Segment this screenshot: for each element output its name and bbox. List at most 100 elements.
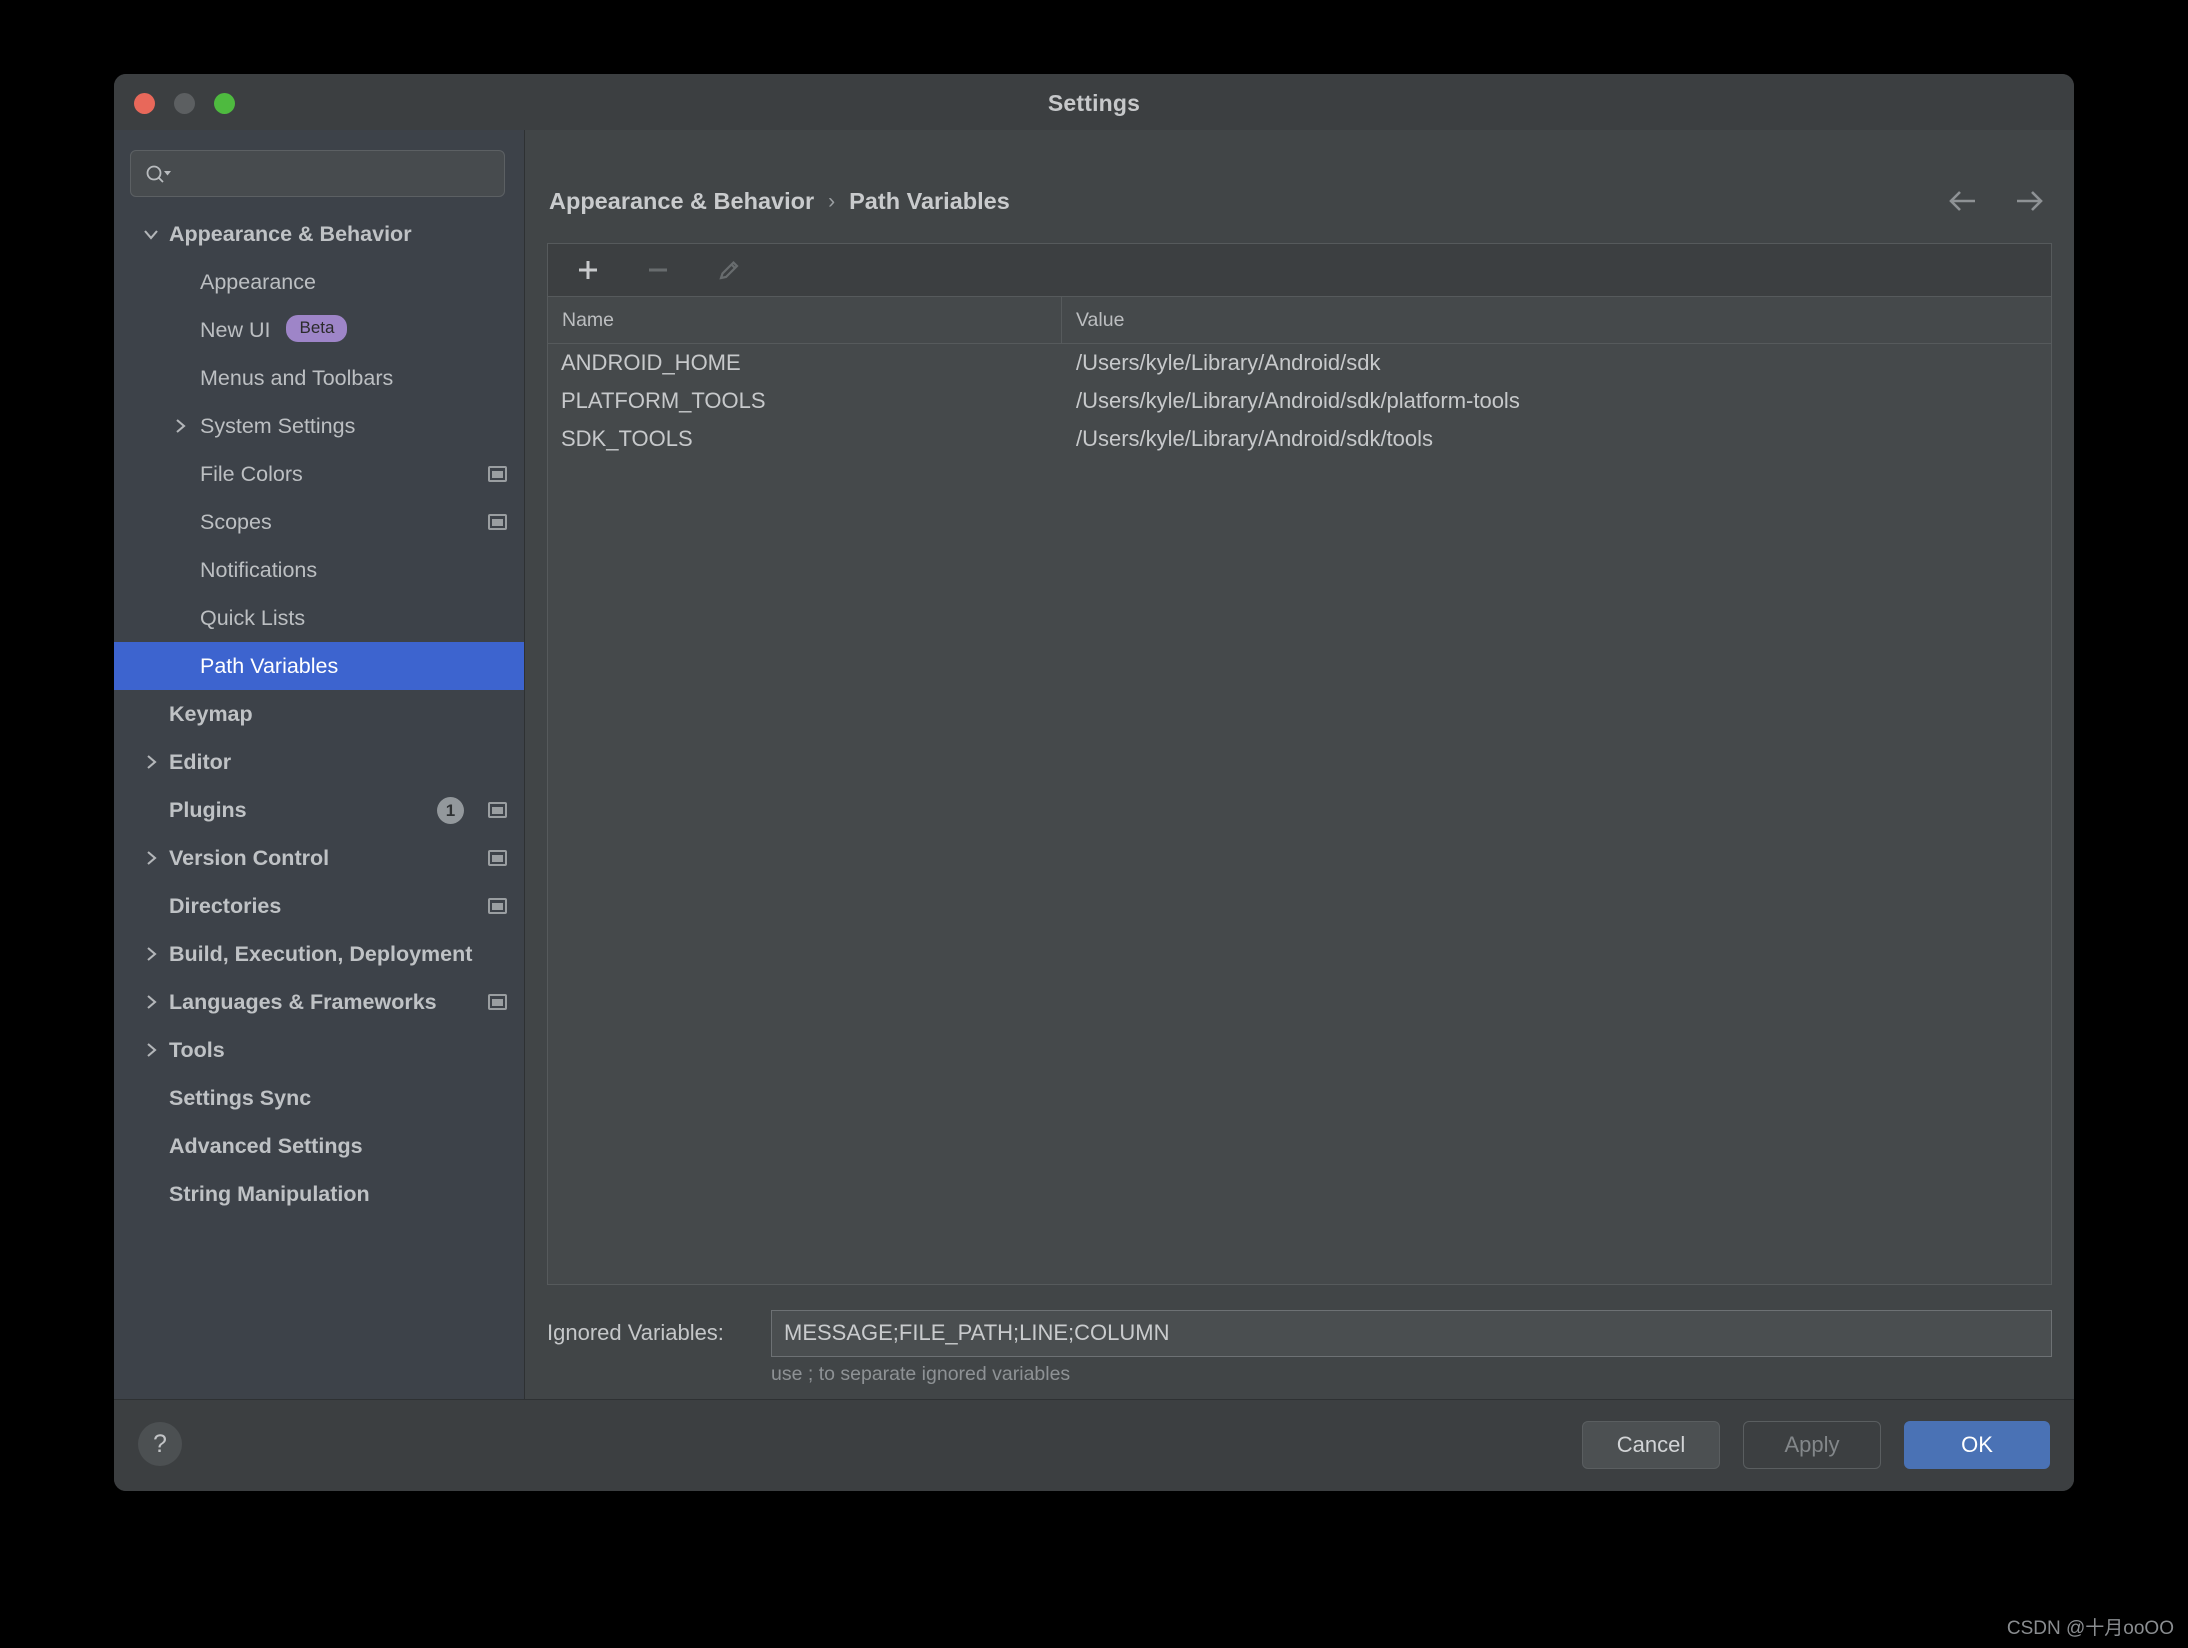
variable-name-cell: ANDROID_HOME [561, 350, 741, 375]
chevron-right-icon[interactable] [140, 991, 162, 1013]
sidebar-item-scopes[interactable]: Scopes [114, 498, 524, 546]
sidebar-item-label: Version Control [169, 845, 330, 870]
sidebar-item-label: Build, Execution, Deployment [169, 941, 473, 966]
cancel-button[interactable]: Cancel [1582, 1421, 1720, 1469]
sidebar-item-version-control[interactable]: Version Control [114, 834, 524, 882]
sidebar-item-languages-frameworks[interactable]: Languages & Frameworks [114, 978, 524, 1026]
variable-value-cell: /Users/kyle/Library/Android/sdk/platform… [1076, 388, 1520, 413]
sidebar-item-label: Languages & Frameworks [169, 989, 437, 1014]
footer-buttons: Cancel Apply OK [1582, 1421, 2050, 1469]
sidebar-item-string-manipulation[interactable]: String Manipulation [114, 1170, 524, 1218]
chevron-right-icon[interactable] [140, 751, 162, 773]
forward-arrow-icon[interactable] [2010, 182, 2048, 220]
breadcrumb: Appearance & Behavior › Path Variables [549, 188, 1010, 215]
navigation-arrows [1944, 182, 2048, 220]
sidebar-item-settings-sync[interactable]: Settings Sync [114, 1074, 524, 1122]
variable-name-cell: SDK_TOOLS [561, 426, 693, 451]
project-scope-icon [488, 514, 507, 530]
search-box[interactable] [130, 150, 505, 198]
sidebar-item-label: Path Variables [200, 653, 339, 678]
chevron-right-icon[interactable] [140, 943, 162, 965]
path-variables-panel: Name Value ANDROID_HOME/Users/kyle/Libra… [547, 243, 2052, 1285]
ok-button[interactable]: OK [1904, 1421, 2050, 1469]
settings-sidebar: Appearance & Behavior Appearance New UI Bet… [114, 130, 525, 1399]
sidebar-item-label: Editor [169, 749, 232, 774]
dialog-body: Appearance & Behavior Appearance New UI Bet… [114, 130, 2074, 1399]
beta-badge: Beta [286, 314, 348, 342]
sidebar-item-editor[interactable]: Editor [114, 738, 524, 786]
sidebar-item-advanced-settings[interactable]: Advanced Settings [114, 1122, 524, 1170]
add-variable-button[interactable] [566, 250, 610, 290]
chevron-right-icon[interactable] [140, 847, 162, 869]
ignored-variables-hint: use ; to separate ignored variables [771, 1363, 1071, 1385]
content-pane: Appearance & Behavior › Path Variables N… [525, 130, 2074, 1399]
sidebar-item-label: File Colors [200, 461, 303, 486]
sidebar-item-label: Notifications [200, 557, 318, 582]
sidebar-item-plugins[interactable]: Plugins 1 [114, 786, 524, 834]
sidebar-item-appearance-behavior[interactable]: Appearance & Behavior [114, 210, 524, 258]
minus-icon [649, 268, 667, 272]
help-button[interactable]: ? [138, 1422, 182, 1466]
column-header-name[interactable]: Name [548, 297, 1062, 343]
project-scope-icon [488, 802, 507, 818]
sidebar-item-label: Tools [169, 1037, 225, 1062]
sidebar-item-label: String Manipulation [169, 1181, 370, 1206]
edit-variable-button[interactable] [706, 250, 750, 290]
dialog-footer: ? Cancel Apply OK [114, 1399, 2074, 1491]
variable-value-cell: /Users/kyle/Library/Android/sdk [1076, 350, 1381, 375]
sidebar-item-new-ui[interactable]: New UI Beta [114, 306, 524, 354]
update-count-badge: 1 [437, 797, 464, 824]
sidebar-item-label: Keymap [169, 701, 253, 726]
sidebar-item-appearance[interactable]: Appearance [114, 258, 524, 306]
sidebar-item-label: Scopes [200, 509, 272, 534]
sidebar-item-label: System Settings [200, 413, 356, 438]
chevron-down-icon[interactable] [140, 223, 162, 245]
remove-variable-button[interactable] [636, 250, 680, 290]
sidebar-item-build-execution-deployment[interactable]: Build, Execution, Deployment [114, 930, 524, 978]
watermark: CSDN @十月ooOO [2006, 1618, 2174, 1639]
table-row[interactable]: PLATFORM_TOOLS/Users/kyle/Library/Androi… [548, 382, 2051, 420]
sidebar-item-label: Menus and Toolbars [200, 365, 394, 390]
variable-name-cell: PLATFORM_TOOLS [561, 388, 766, 413]
search-field-wrapper [130, 150, 505, 198]
sidebar-item-system-settings[interactable]: System Settings [114, 402, 524, 450]
sidebar-item-label: Plugins [169, 797, 247, 822]
pencil-icon [719, 260, 739, 280]
chevron-right-icon[interactable] [140, 1039, 162, 1061]
table-body: ANDROID_HOME/Users/kyle/Library/Android/… [548, 344, 2051, 1284]
sidebar-item-directories[interactable]: Directories [114, 882, 524, 930]
apply-button[interactable]: Apply [1743, 1421, 1881, 1469]
chevron-right-icon[interactable] [169, 415, 191, 437]
sidebar-item-file-colors[interactable]: File Colors [114, 450, 524, 498]
ignored-variables-input[interactable] [771, 1309, 2052, 1357]
table-row[interactable]: SDK_TOOLS/Users/kyle/Library/Android/sdk… [548, 420, 2051, 458]
sidebar-item-keymap[interactable]: Keymap [114, 690, 524, 738]
project-scope-icon [488, 898, 507, 914]
table-row[interactable]: ANDROID_HOME/Users/kyle/Library/Android/… [548, 344, 2051, 382]
title-bar: Settings [114, 74, 2074, 130]
sidebar-item-quick-lists[interactable]: Quick Lists [114, 594, 524, 642]
ignored-variables-row: Ignored Variables: [547, 1308, 2052, 1358]
search-icon [146, 165, 171, 183]
table-header: Name Value [548, 297, 2051, 344]
project-scope-icon [488, 466, 507, 482]
search-input[interactable] [183, 151, 497, 198]
breadcrumb-root[interactable]: Appearance & Behavior [549, 188, 814, 215]
sidebar-item-notifications[interactable]: Notifications [114, 546, 524, 594]
project-scope-icon [488, 994, 507, 1010]
column-header-value[interactable]: Value [1062, 297, 2051, 343]
sidebar-item-label: Directories [169, 893, 282, 918]
sidebar-item-label: Quick Lists [200, 605, 306, 630]
panel-toolbar [548, 244, 2051, 297]
sidebar-item-path-variables[interactable]: Path Variables [114, 642, 524, 690]
sidebar-item-label: Appearance [200, 269, 316, 294]
sidebar-item-tools[interactable]: Tools [114, 1026, 524, 1074]
screen: Settings Appearance & Behavior Appearance… [0, 0, 2188, 1648]
variable-value-cell: /Users/kyle/Library/Android/sdk/tools [1076, 426, 1434, 451]
sidebar-item-menus-and-toolbars[interactable]: Menus and Toolbars [114, 354, 524, 402]
project-scope-icon [488, 850, 507, 866]
sidebar-item-label: Settings Sync [169, 1085, 312, 1110]
back-arrow-icon[interactable] [1944, 182, 1982, 220]
settings-tree: Appearance & Behavior Appearance New UI Bet… [114, 210, 524, 1218]
sidebar-item-label: New UI [200, 317, 271, 342]
